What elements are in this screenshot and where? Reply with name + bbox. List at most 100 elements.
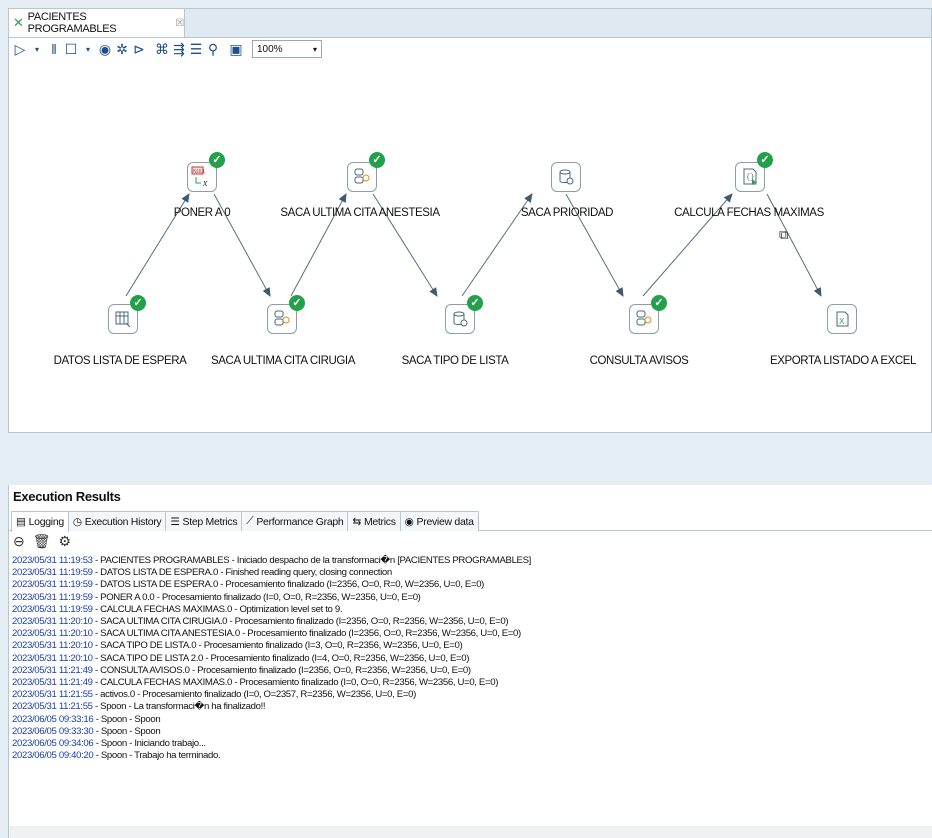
log-timestamp: 2023/05/31 11:21:55: [12, 689, 93, 701]
run-icon[interactable]: ▷: [13, 40, 27, 58]
log-timestamp: 2023/06/05 09:34:06: [12, 738, 94, 750]
log-timestamp: 2023/05/31 11:20:10: [12, 652, 93, 664]
step-label: CALCULA FECHAS MAXIMAS: [674, 207, 824, 219]
hops-layer: [125, 193, 822, 297]
tab-pacientes-programables[interactable]: ✕ PACIENTES PROGRAMABLES ☒: [9, 9, 185, 37]
log-line: 2023/05/31 11:19:59 - DATOS LISTA DE ESP…: [12, 567, 927, 579]
log-timestamp: 2023/05/31 11:21:55: [12, 701, 93, 713]
tab-label: Logging: [28, 516, 65, 528]
minus-circle-icon[interactable]: ⊖: [13, 533, 25, 550]
copy-rows-icon: ⧉: [779, 227, 789, 242]
svg-text:X: X: [839, 317, 845, 326]
log-timestamp: 2023/05/31 11:21:49: [12, 664, 93, 676]
log-line: 2023/05/31 11:21:55 - Spoon - La transfo…: [12, 701, 927, 713]
excel-output-step-icon[interactable]: X: [827, 304, 857, 334]
step-label: SACA ULTIMA CITA CIRUGIA: [211, 355, 355, 367]
verify-icon[interactable]: ⌘: [155, 40, 169, 58]
log-message: - SACA TIPO DE LISTA 2.0 - Procesamiento…: [92, 652, 470, 664]
transformation-editor: ✕ PACIENTES PROGRAMABLES ☒ ▷ ▾ ‖ ☐ ▾ ◉ ✲…: [8, 8, 932, 433]
close-tab-icon[interactable]: ☒: [175, 18, 184, 29]
log-message: - SACA ULTIMA CITA CIRUGIA.0 - Procesami…: [92, 616, 509, 628]
step-label: PONER A 0: [173, 207, 231, 219]
tab-metrics[interactable]: ⇆ Metrics: [347, 511, 401, 531]
log-message: - CALCULA FECHAS MAXIMAS.0 - Optimizatio…: [92, 603, 343, 615]
horizontal-scrollbar[interactable]: [9, 826, 932, 838]
tab-preview-data[interactable]: ◉ Preview data: [399, 511, 479, 531]
success-check-icon: ✓: [757, 152, 773, 168]
preview-icon[interactable]: ◉: [98, 40, 112, 58]
stop-dropdown-icon[interactable]: ▾: [81, 40, 95, 58]
success-check-icon: ✓: [289, 295, 305, 311]
log-message: - PACIENTES PROGRAMABLES - Iniciado desp…: [92, 555, 531, 566]
log-timestamp: 2023/06/05 09:33:30: [12, 725, 94, 737]
log-line: 2023/06/05 09:33:30 - Spoon - Spoon: [12, 726, 927, 738]
stop-icon[interactable]: ☐: [64, 40, 78, 58]
tab-label: Execution History: [84, 515, 162, 528]
replay-icon[interactable]: ⊳: [132, 40, 146, 58]
debug-icon[interactable]: ✲: [115, 40, 129, 58]
log-toolbar: ⊖ 🗑 ⚙: [13, 533, 71, 550]
explore-db-icon[interactable]: ⚲: [206, 40, 220, 58]
log-message: - Spoon - Spoon: [93, 725, 161, 737]
log-timestamp: 2023/05/31 11:20:10: [12, 616, 93, 628]
log-message: - SACA TIPO DE LISTA.0 - Procesamiento f…: [92, 640, 463, 652]
tab-logging[interactable]: ▤ Logging: [11, 511, 69, 532]
sql-icon[interactable]: ☰: [189, 40, 203, 58]
log-message: - Spoon - Spoon: [93, 713, 161, 725]
step-label: CONSULTA AVISOS: [589, 355, 689, 367]
log-timestamp: 2023/06/05 09:33:16: [12, 713, 94, 725]
log-line: 2023/05/31 11:20:10 - SACA ULTIMA CITA C…: [12, 616, 927, 628]
execution-results-panel: Execution Results ▤ Logging ◷ Execution …: [8, 485, 932, 838]
zoom-value: 100%: [257, 43, 283, 55]
log-message: - DATOS LISTA DE ESPERA.0 - Procesamient…: [92, 579, 485, 591]
log-timestamp: 2023/05/31 11:19:59: [12, 603, 93, 615]
log-line: 2023/05/31 11:20:10 - SACA TIPO DE LISTA…: [12, 653, 927, 665]
transformation-icon: ✕: [13, 15, 24, 30]
log-line: 2023/06/05 09:34:06 - Spoon - Iniciando …: [12, 738, 927, 750]
zoom-select[interactable]: 100% ▾: [252, 40, 322, 58]
impact-icon[interactable]: ⇶: [172, 40, 186, 58]
log-message: - SACA ULTIMA CITA ANESTESIA.0 - Procesa…: [92, 628, 521, 640]
log-message: - PONER A 0.0 - Procesamiento finalizado…: [92, 591, 421, 603]
step-label: DATOS LISTA DE ESPERA: [53, 355, 187, 367]
run-dropdown-icon[interactable]: ▾: [30, 40, 44, 58]
svg-text:NULL: NULL: [193, 169, 206, 175]
log-message: - CONSULTA AVISOS.0 - Procesamiento fina…: [92, 664, 471, 676]
log-timestamp: 2023/05/31 11:19:53: [12, 555, 93, 566]
success-check-icon: ✓: [651, 295, 667, 311]
log-line: 2023/05/31 11:20:10 - SACA ULTIMA CITA A…: [12, 628, 927, 640]
results-tabs: ▤ Logging ◷ Execution History ☰ Step Met…: [9, 511, 932, 532]
log-timestamp: 2023/05/31 11:19:59: [12, 567, 93, 579]
log-message: - Spoon - La transformaci�n ha finalizad…: [92, 701, 266, 713]
db-join-step-icon[interactable]: [551, 162, 581, 192]
transformation-canvas[interactable]: ✓ DATOS LISTA DE ESPERA NULL x ✓ PONER A …: [9, 61, 931, 433]
log-line: 2023/05/31 11:19:53 - PACIENTES PROGRAMA…: [12, 555, 927, 567]
show-results-icon[interactable]: ▣: [229, 40, 243, 58]
log-message: - DATOS LISTA DE ESPERA.0 - Finished rea…: [92, 567, 392, 579]
logging-icon: ▤: [16, 516, 26, 528]
svg-text:x: x: [202, 178, 208, 188]
log-message: - Spoon - Trabajo ha terminado.: [93, 750, 221, 762]
tab-execution-history[interactable]: ◷ Execution History: [67, 511, 167, 531]
log-line: 2023/05/31 11:19:59 - DATOS LISTA DE ESP…: [12, 579, 927, 591]
log-timestamp: 2023/05/31 11:19:59: [12, 591, 93, 603]
editor-tabbar: ✕ PACIENTES PROGRAMABLES ☒: [9, 9, 931, 38]
pause-icon[interactable]: ‖: [47, 40, 61, 58]
tab-label: Preview data: [416, 515, 474, 528]
success-check-icon: ✓: [209, 152, 225, 168]
tab-label: Metrics: [363, 515, 396, 528]
editor-toolbar: ▷ ▾ ‖ ☐ ▾ ◉ ✲ ⊳ ⌘ ⇶ ☰ ⚲ ▣ 100% ▾: [9, 38, 931, 60]
tab-performance-graph[interactable]: ⟋ Performance Graph: [241, 511, 349, 531]
log-line: 2023/05/31 11:21:49 - CALCULA FECHAS MAX…: [12, 677, 927, 689]
log-line: 2023/05/31 11:21:49 - CONSULTA AVISOS.0 …: [12, 665, 927, 677]
clock-icon: ◷: [72, 515, 82, 528]
trash-icon[interactable]: 🗑: [33, 533, 51, 550]
log-message: - activos.0 - Procesamiento finalizado (…: [92, 689, 416, 701]
tab-step-metrics[interactable]: ☰ Step Metrics: [165, 511, 243, 531]
log-output: 2023/05/31 11:19:53 - PACIENTES PROGRAMA…: [12, 555, 927, 762]
settings-icon[interactable]: ⚙: [59, 533, 72, 550]
tab-label: Performance Graph: [256, 515, 344, 528]
tab-label: Step Metrics: [182, 515, 238, 528]
step-label: SACA TIPO DE LISTA: [401, 355, 509, 367]
log-line: 2023/06/05 09:33:16 - Spoon - Spoon: [12, 714, 927, 726]
